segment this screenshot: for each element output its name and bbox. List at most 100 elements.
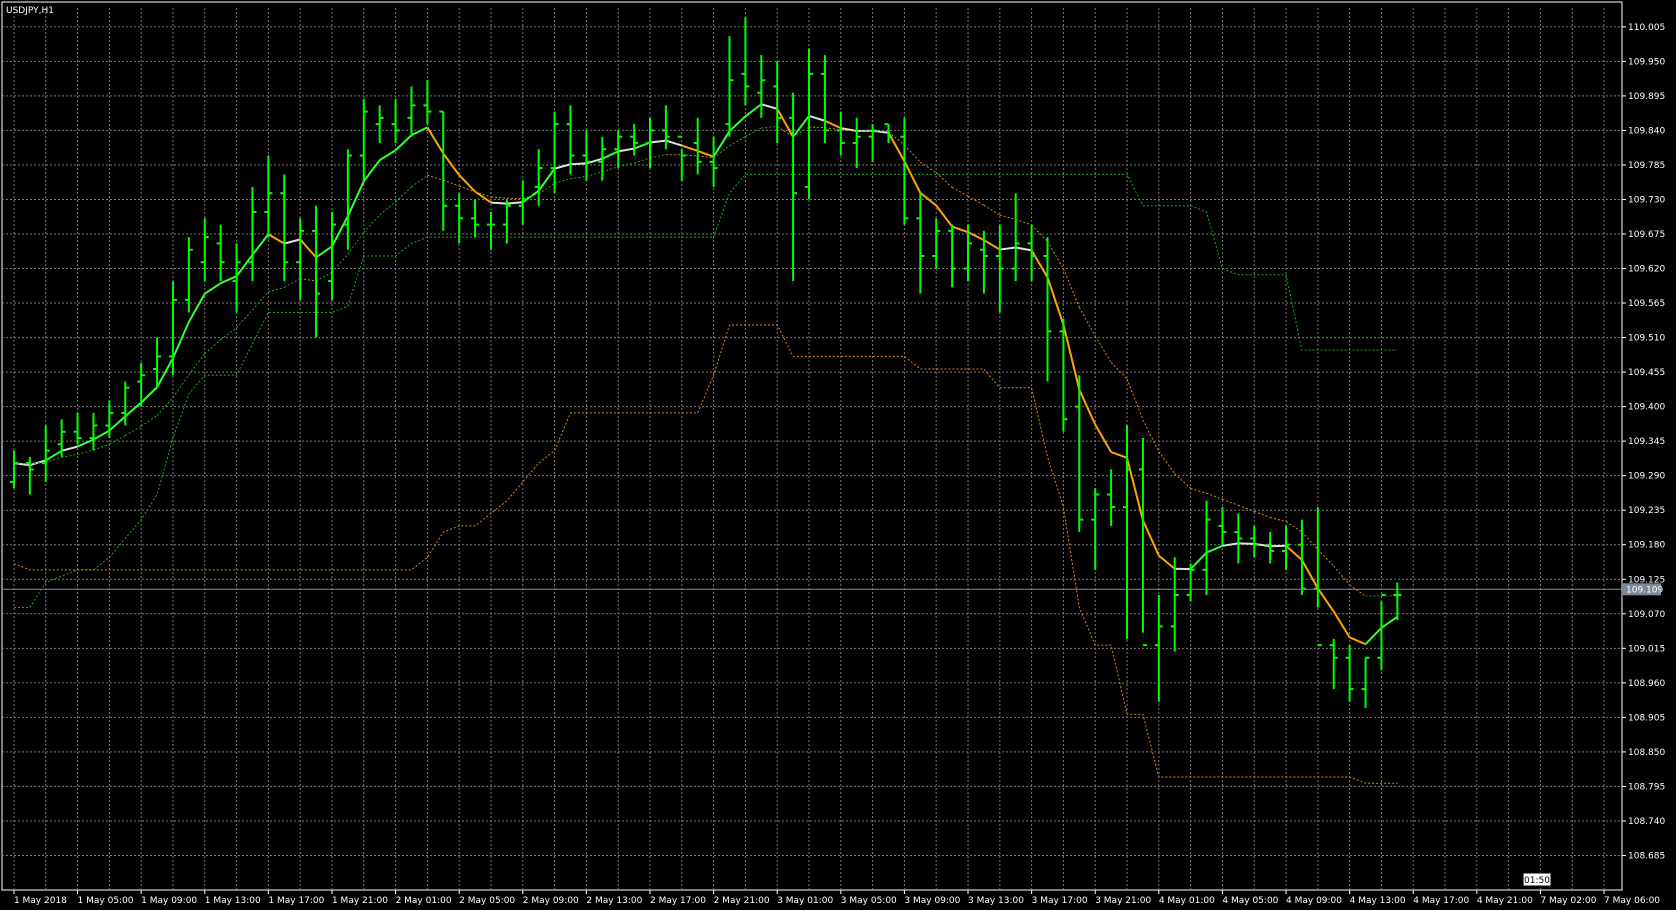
ohlc-bar <box>836 111 845 156</box>
ma-slow-segment <box>983 204 1001 216</box>
ma-fast-segment <box>728 115 747 132</box>
ma-slow-segment <box>1142 419 1160 452</box>
time-axis[interactable]: 1 May 2018 1 May 05:00 1 May 09:00 1 May 13… <box>13 890 1660 906</box>
x-tick-label: 7 May 06:00 <box>1604 896 1660 906</box>
ohlc-bar <box>1266 532 1275 564</box>
ma-fast-segment <box>935 204 953 228</box>
ma-slow-segment <box>347 232 365 255</box>
price-axis[interactable]: 110.005 109.950 109.895 109.840 109.785 109.7… <box>1622 23 1665 862</box>
x-tick-label: 2 May 05:00 <box>459 896 515 906</box>
x-tick-label: 3 May 13:00 <box>968 896 1024 906</box>
y-tick-label: 109.675 <box>1628 230 1665 240</box>
x-tick-label: 4 May 05:00 <box>1222 896 1278 906</box>
ma-fast-segment <box>537 168 556 192</box>
ma-fast-segment <box>1206 544 1223 554</box>
y-tick-label: 108.905 <box>1628 713 1665 723</box>
ma-slow-segment <box>1047 241 1064 269</box>
x-tick-label: 2 May 09:00 <box>523 896 579 906</box>
ohlc-bar <box>1329 638 1338 690</box>
ohlc-bar <box>1107 469 1116 526</box>
ohlc-bar <box>1234 513 1243 564</box>
ma-slow-segment <box>427 174 444 181</box>
ma-slow-segment <box>443 179 460 187</box>
ohlc-bar <box>184 237 193 313</box>
ohlc-bar <box>677 135 686 181</box>
ma-fast-segment <box>315 245 333 259</box>
ma-fast-segment <box>362 159 381 182</box>
ma-slow-segment <box>904 144 921 163</box>
ma-fast-segment <box>824 119 842 130</box>
countdown-text: 01:50 <box>1524 876 1550 886</box>
ma-slow-segment <box>1301 531 1319 550</box>
ohlc-bar <box>614 130 623 169</box>
x-tick-label: 3 May 09:00 <box>904 896 960 906</box>
ohlc-bar <box>916 193 925 294</box>
ma-slow-segment <box>1285 521 1303 533</box>
ohlc-bar <box>725 36 734 137</box>
ma-slow-segment <box>284 278 301 288</box>
ma-slow-segment <box>363 214 381 233</box>
ma-fast-segment <box>983 239 1001 251</box>
ma-fast-segment <box>187 293 206 323</box>
ma-slow-segment <box>140 415 158 427</box>
ohlc-bar <box>296 218 305 300</box>
ohlc-bar <box>995 224 1004 313</box>
ma-fast-segment <box>1349 636 1366 646</box>
ma-slow-segment <box>920 161 937 174</box>
price-chart[interactable]: 109.109 110.005 109.950 109.895 109.840 109.… <box>0 0 1676 910</box>
band-lower <box>13 324 1398 784</box>
ma-fast-segment <box>1126 457 1144 521</box>
ma-fast-segment <box>45 449 63 462</box>
ohlc-bar <box>73 412 82 445</box>
ma-slow-segment <box>761 125 778 129</box>
ohlc-bar <box>820 55 829 143</box>
ma-fast-segment <box>744 103 762 118</box>
ohlc-bar <box>1170 557 1179 652</box>
y-tick-label: 110.005 <box>1628 23 1665 33</box>
x-tick-label: 1 May 09:00 <box>141 896 197 906</box>
ma-fast-segment <box>426 126 445 155</box>
x-tick-label: 1 May 05:00 <box>78 896 134 906</box>
ohlc-bar <box>168 281 177 376</box>
price-bars <box>9 17 1402 708</box>
ma-fast-segment <box>251 233 270 256</box>
x-tick-label: 7 May 02:00 <box>1540 896 1596 906</box>
x-tick-label: 3 May 21:00 <box>1095 896 1151 906</box>
ma-slow-segment <box>61 453 78 458</box>
ma-fast-segment <box>92 429 110 441</box>
ohlc-bar <box>979 230 988 294</box>
ma-fast-segment <box>108 415 126 432</box>
y-tick-label: 109.235 <box>1628 506 1665 516</box>
y-tick-label: 109.180 <box>1628 541 1665 551</box>
ma-fast-segment <box>649 139 667 144</box>
x-tick-label: 3 May 17:00 <box>1032 896 1088 906</box>
ohlc-bar <box>1011 193 1020 282</box>
ma-fast-segment <box>1158 554 1176 570</box>
ma-fast-segment <box>1030 249 1049 278</box>
x-tick-label: 2 May 01:00 <box>396 896 452 906</box>
ma-fast-segment <box>792 115 810 138</box>
x-tick-label: 4 May 21:00 <box>1477 896 1533 906</box>
y-tick-label: 109.620 <box>1628 265 1665 275</box>
ma-fast-segment <box>570 162 587 166</box>
ma-fast-segment <box>951 225 969 234</box>
ma-fast-segment <box>1062 324 1081 390</box>
ma-slow-segment <box>1062 268 1080 308</box>
ma-slow-segment <box>331 254 349 273</box>
ma-slow-segment <box>1190 487 1207 494</box>
x-tick-label: 4 May 01:00 <box>1159 896 1215 906</box>
ma-slow-segment <box>1270 516 1287 523</box>
ohlc-bar <box>1393 582 1402 621</box>
ma-slow-segment <box>1015 218 1032 226</box>
ma-slow-segment <box>1222 498 1239 506</box>
y-tick-label: 108.740 <box>1628 817 1665 827</box>
ma-fast-segment <box>776 108 794 138</box>
ohlc-bar <box>312 205 321 338</box>
ma-fast-segment <box>411 126 428 137</box>
ohlc-bar <box>805 48 813 200</box>
y-tick-label: 109.070 <box>1628 610 1665 620</box>
ma-slow-segment <box>1094 335 1112 363</box>
ma-fast-segment <box>1142 519 1160 557</box>
ohlc-bar <box>1250 525 1259 558</box>
ma-fast-segment <box>1110 451 1128 459</box>
